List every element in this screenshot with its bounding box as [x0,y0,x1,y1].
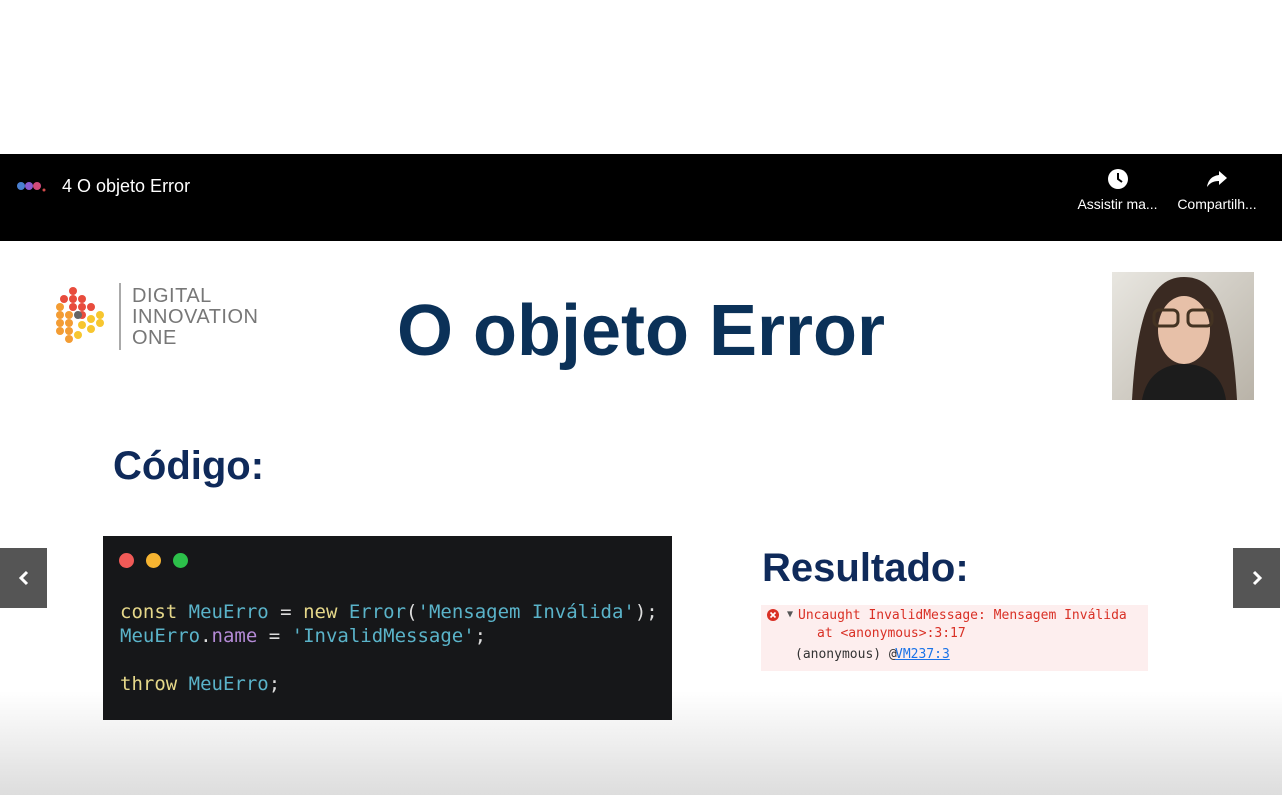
presenter-image [1132,277,1237,400]
clock-icon [1107,169,1128,189]
watch-later-button[interactable]: Assistir ma... [1070,168,1165,212]
video-title[interactable]: 4 O objeto Error [62,176,190,197]
window-close-dot [119,553,134,568]
code-line-2: MeuErro.name = 'InvalidMessage'; [120,625,487,647]
window-minimize-dot [146,553,161,568]
watch-later-label: Assistir ma... [1077,196,1158,212]
result-heading: Resultado: [762,546,969,590]
channel-logo-icon[interactable] [17,180,47,192]
code-line-3: throw MeuErro; [120,673,281,695]
error-icon [767,609,779,621]
webcam-video [1112,272,1254,400]
source-prefix: (anonymous) @ [795,647,897,662]
previous-slide-button[interactable] [0,548,47,608]
error-message: Uncaught InvalidMessage: Mensagem Inváli… [798,608,1127,623]
code-line-1: const MeuErro = new Error('Mensagem Invá… [120,601,658,623]
slide-title: O objeto Error [396,291,886,371]
expand-triangle-icon[interactable]: ▼ [787,609,793,620]
share-button[interactable]: Compartilh... [1172,168,1262,212]
next-slide-button[interactable] [1233,548,1280,608]
error-stack: at <anonymous>:3:17 [817,626,966,641]
share-icon [1207,171,1227,187]
console-error: ▼ Uncaught InvalidMessage: Mensagem Invá… [761,605,1148,671]
code-heading: Código: [113,444,265,488]
chevron-right-icon [1252,570,1262,586]
chevron-left-icon [18,570,28,586]
window-maximize-dot [173,553,188,568]
source-link[interactable]: VM237:3 [895,647,950,662]
share-label: Compartilh... [1177,196,1257,212]
